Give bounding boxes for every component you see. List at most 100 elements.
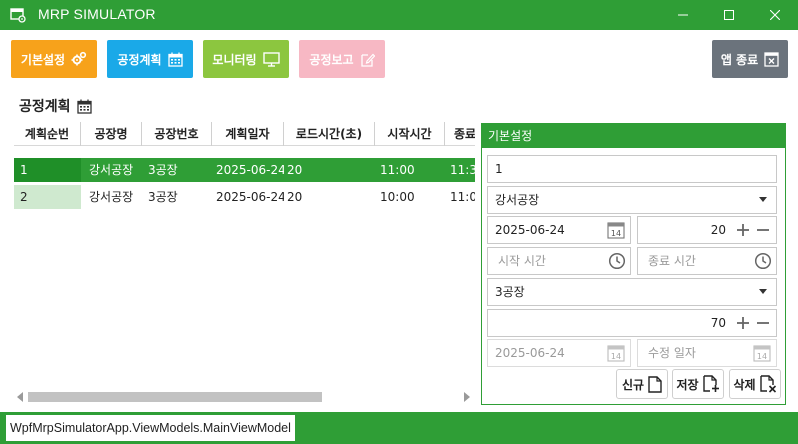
- column-header-factory-no[interactable]: 공장번호: [142, 122, 212, 146]
- created-date-value: 2025-06-24: [495, 346, 565, 360]
- process-report-button[interactable]: 공정보고: [299, 40, 385, 78]
- edit-note-icon: [360, 53, 375, 67]
- svg-text:14: 14: [757, 352, 767, 361]
- basic-settings-button[interactable]: 기본설정: [11, 40, 97, 78]
- process-plan-grid[interactable]: 계획순번 공장명 공장번호 계획일자 로드시간(초) 시작시간 종료 1 강서공…: [14, 122, 475, 390]
- grid-header: 계획순번 공장명 공장번호 계획일자 로드시간(초) 시작시간 종료: [14, 122, 475, 146]
- cell-plan-date: 2025-06-24: [216, 163, 284, 177]
- scrollbar-thumb[interactable]: [28, 392, 322, 402]
- close-button[interactable]: [752, 0, 798, 30]
- column-header-start-time[interactable]: 시작시간: [375, 122, 445, 146]
- plan-date-picker[interactable]: 2025-06-24 14: [487, 216, 631, 244]
- load-time-stepper[interactable]: 20: [637, 216, 777, 244]
- date-picker-icon[interactable]: 14: [607, 221, 625, 239]
- window-title: MRP SIMULATOR: [38, 6, 156, 22]
- cell-factory-name: 강서공장: [89, 190, 134, 204]
- svg-text:14: 14: [611, 229, 621, 238]
- new-button[interactable]: 신규: [616, 369, 668, 399]
- column-header-plan-date[interactable]: 계획일자: [212, 122, 284, 146]
- column-header-factory-name[interactable]: 공장명: [81, 122, 142, 146]
- panel-title: 기본설정: [482, 124, 785, 148]
- section-title: 공정계획: [19, 96, 92, 116]
- start-time-placeholder: 시작 시간: [498, 254, 546, 268]
- quantity-stepper[interactable]: 70: [487, 309, 777, 337]
- plan-id-field[interactable]: 1: [487, 155, 777, 183]
- chevron-down-icon: [759, 197, 767, 202]
- column-header-end-time[interactable]: 종료: [445, 122, 475, 146]
- basic-settings-label: 기본설정: [20, 52, 66, 67]
- cell-factory-no: 3공장: [148, 190, 178, 204]
- save-button[interactable]: 저장: [672, 369, 724, 399]
- calendar-icon: [76, 99, 92, 114]
- factory-number-value: 3공장: [495, 285, 525, 299]
- minimize-button[interactable]: [660, 0, 706, 30]
- horizontal-scrollbar[interactable]: [14, 390, 475, 404]
- date-picker-icon: 14: [607, 345, 625, 362]
- title-bar: MRP SIMULATOR: [0, 0, 798, 30]
- plus-icon[interactable]: [736, 223, 750, 237]
- factory-number-select[interactable]: 3공장: [487, 278, 777, 306]
- end-time-picker[interactable]: 종료 시간: [637, 247, 777, 275]
- delete-button-label: 삭제: [733, 377, 756, 392]
- plus-icon[interactable]: [736, 316, 750, 330]
- clock-icon[interactable]: [754, 252, 772, 270]
- status-bar: WpfMrpSimulatorApp.ViewModels.MainViewMo…: [0, 412, 798, 444]
- plan-date-value: 2025-06-24: [495, 223, 565, 237]
- new-document-icon: [648, 375, 662, 393]
- cell-start-time: 10:00: [380, 190, 415, 204]
- chevron-down-icon: [759, 289, 767, 294]
- save-button-label: 저장: [676, 377, 699, 392]
- cell-load-time: 20: [287, 190, 303, 204]
- start-time-picker[interactable]: 시작 시간: [487, 247, 631, 275]
- exit-app-label: 앱 종료: [720, 52, 759, 67]
- new-button-label: 신규: [621, 377, 645, 392]
- add-document-icon: [702, 375, 719, 392]
- section-title-label: 공정계획: [19, 99, 71, 115]
- table-row[interactable]: 2 강서공장 3공장 2025-06-24 20 10:00 11:00: [14, 185, 475, 209]
- minimize-icon: [678, 14, 688, 16]
- process-plan-label: 공정계획: [117, 52, 162, 67]
- clock-icon[interactable]: [608, 252, 626, 270]
- minus-icon[interactable]: [756, 316, 770, 330]
- cell-plan-no: 1: [14, 158, 81, 182]
- window-close-icon: [764, 51, 779, 67]
- quantity-value: 70: [710, 316, 726, 330]
- table-row[interactable]: 1 강서공장 3공장 2025-06-24 20 11:00 11:30: [14, 158, 475, 182]
- cell-factory-no: 3공장: [148, 163, 178, 177]
- plan-id-value: 1: [495, 162, 503, 176]
- cell-load-time: 20: [287, 163, 303, 177]
- delete-button[interactable]: 삭제: [729, 369, 781, 399]
- column-header-plan-no[interactable]: 계획순번: [14, 122, 81, 146]
- cell-factory-name: 강서공장: [89, 163, 134, 177]
- close-icon: [770, 10, 780, 20]
- app-icon: [10, 7, 26, 23]
- monitoring-label: 모니터링: [212, 52, 257, 67]
- column-header-load-time[interactable]: 로드시간(초): [284, 122, 375, 146]
- monitoring-button[interactable]: 모니터링: [203, 40, 289, 78]
- delete-document-icon: [759, 375, 776, 393]
- exit-app-button[interactable]: 앱 종료: [712, 40, 788, 78]
- maximize-icon: [724, 10, 734, 20]
- gears-icon: [71, 51, 87, 66]
- cell-end-time: 11:00: [450, 190, 475, 204]
- cell-start-time: 11:00: [380, 163, 415, 177]
- status-text: WpfMrpSimulatorApp.ViewModels.MainViewMo…: [6, 415, 295, 441]
- svg-text:14: 14: [611, 352, 621, 361]
- end-time-placeholder: 종료 시간: [648, 254, 696, 268]
- maximize-button[interactable]: [706, 0, 752, 30]
- monitor-icon: [262, 51, 280, 67]
- process-plan-button[interactable]: 공정계획: [107, 40, 193, 78]
- scroll-right-icon[interactable]: [463, 392, 471, 402]
- calendar-icon: [167, 52, 183, 67]
- cell-end-time: 11:30: [450, 163, 475, 177]
- created-date-picker: 2025-06-24 14: [487, 339, 631, 367]
- factory-name-select[interactable]: 강서공장: [487, 186, 777, 214]
- load-time-value: 20: [710, 223, 726, 237]
- minus-icon[interactable]: [756, 223, 770, 237]
- process-report-label: 공정보고: [309, 52, 354, 67]
- scroll-left-icon[interactable]: [16, 392, 24, 402]
- factory-name-value: 강서공장: [495, 193, 540, 207]
- cell-plan-no: 2: [14, 185, 81, 209]
- modified-date-placeholder: 수정 일자: [648, 346, 696, 360]
- date-picker-icon: 14: [753, 345, 771, 362]
